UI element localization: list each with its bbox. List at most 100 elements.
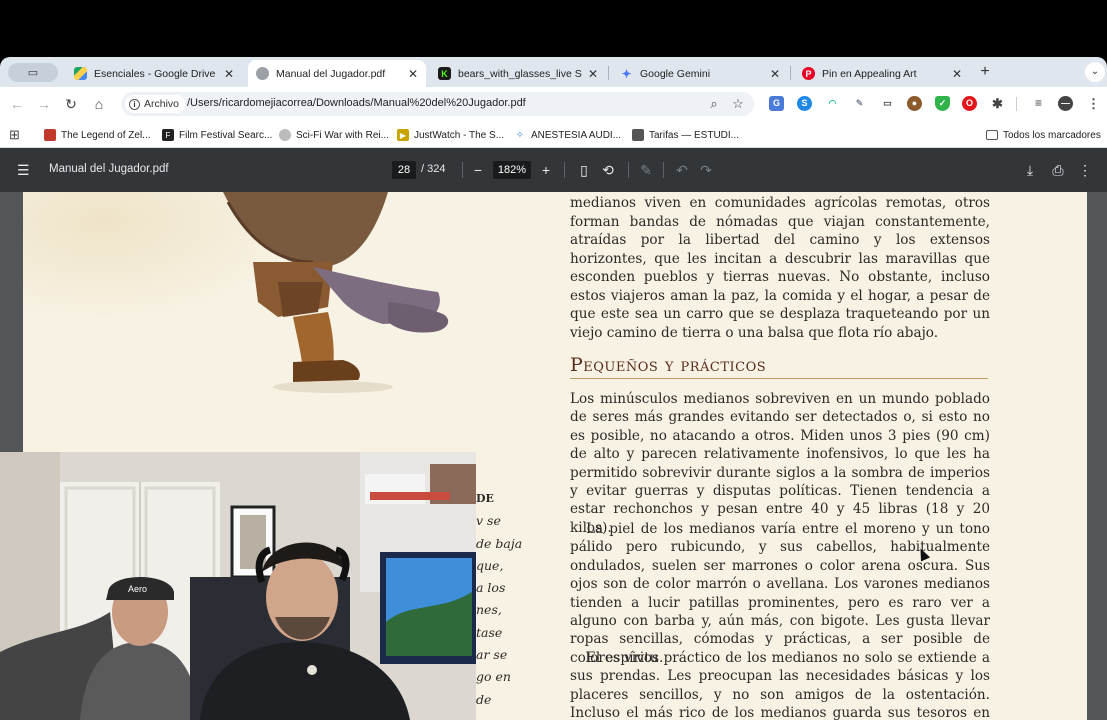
rotate-button[interactable]: ⟲ — [599, 161, 617, 179]
text-fragment: a los — [476, 580, 506, 596]
toolbar-divider — [564, 162, 565, 178]
tab-title: Esenciales - Google Drive — [94, 67, 216, 80]
text-fragment: v se — [476, 513, 501, 529]
notion-icon — [632, 129, 644, 141]
bookmark-item[interactable]: Sci-Fi War with Rei... — [279, 127, 389, 143]
address-bar[interactable]: i Archivo /Users/ricardomejiacorrea/Down… — [121, 92, 754, 116]
close-icon[interactable]: ✕ — [408, 67, 418, 81]
text-fragment: de — [476, 691, 492, 707]
justwatch-icon: ▶ — [397, 129, 409, 141]
bookmark-item[interactable]: The Legend of Zel... — [44, 127, 151, 143]
back-button[interactable]: ← — [8, 95, 26, 113]
zoom-icon[interactable]: ⌕ — [706, 96, 722, 112]
tab-google-drive[interactable]: Esenciales - Google Drive ✕ — [66, 60, 242, 87]
tab-google-gemini[interactable]: ✦ Google Gemini ✕ — [612, 60, 788, 87]
close-icon[interactable]: ✕ — [770, 67, 780, 81]
bookmark-label: Film Festival Searc... — [179, 129, 273, 141]
opera-extension-icon[interactable]: O — [962, 96, 977, 111]
zoom-out-button[interactable]: − — [469, 161, 487, 179]
more-menu-icon[interactable]: ⋮ — [1086, 96, 1101, 111]
fit-page-button[interactable]: ▯ — [575, 161, 593, 179]
bookmark-item[interactable]: ▶ JustWatch - The S... — [397, 127, 504, 143]
new-tab-button[interactable]: + — [976, 63, 994, 81]
paragraph: El espíritu práctico de los medianos no … — [570, 650, 990, 720]
left-column-fragments: DE v se de baja que, a los nes, tase ar … — [476, 488, 536, 711]
gemini-icon: ✦ — [621, 66, 632, 81]
text-fragment: de baja — [476, 535, 523, 551]
bookmark-item[interactable]: Tarifas — ESTUDI... — [632, 127, 739, 143]
paragraph: medianos viven en comunidades agrícolas … — [570, 195, 990, 341]
shazam-extension-icon[interactable]: S — [797, 96, 812, 111]
plus-icon: + — [541, 162, 551, 178]
tab-divider — [790, 66, 791, 80]
screen-top-area — [0, 0, 1107, 57]
rotate-icon: ⟲ — [602, 162, 614, 178]
zoom-in-button[interactable]: + — [537, 161, 555, 179]
toolbar-divider — [1016, 97, 1017, 111]
site-icon — [279, 129, 291, 141]
info-icon: i — [129, 98, 140, 110]
redo-button[interactable]: ↷ — [697, 161, 715, 179]
download-button[interactable]: ⤓ — [1021, 161, 1039, 179]
zelda-icon — [44, 129, 56, 141]
avatar[interactable]: — — [1058, 96, 1073, 111]
minus-icon: − — [473, 162, 483, 178]
webcam-overlay: Aero — [0, 452, 476, 720]
extension-icon[interactable]: ✎ — [852, 96, 867, 111]
cast-icon[interactable]: ▭ — [880, 96, 895, 111]
kick-icon: K — [438, 67, 451, 80]
page-number-input[interactable]: 28 — [392, 161, 416, 179]
pinterest-icon: P — [802, 67, 815, 80]
reload-button[interactable]: ↻ — [62, 95, 80, 113]
chevron-down-icon: ⌄ — [1090, 66, 1100, 77]
apps-icon[interactable]: ⊞ — [9, 127, 20, 143]
translate-extension-icon[interactable]: G — [769, 96, 784, 111]
pdf-title: Manual del Jugador.pdf — [49, 163, 169, 175]
paragraph: Los minúsculos medianos sobreviven en un… — [570, 391, 990, 536]
close-icon[interactable]: ✕ — [952, 67, 962, 81]
undo-button[interactable]: ↶ — [673, 161, 691, 179]
bookmarks-bar: ⊞ The Legend of Zel... F Film Festival S… — [0, 121, 1107, 148]
arrow-right-icon: → — [37, 96, 51, 112]
tab-manual-del-jugador[interactable]: Manual del Jugador.pdf ✕ — [248, 60, 426, 87]
close-icon[interactable]: ✕ — [588, 67, 598, 81]
fit-page-icon: ▯ — [580, 162, 588, 178]
cookie-extension-icon[interactable]: ● — [907, 96, 922, 111]
bookmark-item[interactable]: ✧ ANESTESIA AUDI... — [514, 127, 621, 143]
folder-icon — [986, 130, 998, 140]
tab-group-icon: ▭ — [27, 67, 39, 79]
toolbar-divider — [462, 162, 463, 178]
all-bookmarks-folder[interactable]: Todos los marcadores — [986, 127, 1101, 143]
text-fragment: ar se — [476, 647, 508, 663]
menu-icon[interactable]: ☰ — [17, 162, 33, 178]
forward-button[interactable]: → — [35, 95, 53, 113]
webcam-feed: Aero — [0, 452, 476, 720]
close-icon[interactable]: ✕ — [224, 67, 234, 81]
bookmark-star-icon[interactable]: ☆ — [730, 96, 746, 112]
browser-window-frame: ▭ Esenciales - Google Drive ✕ Manual del… — [0, 57, 1107, 148]
media-controls-icon[interactable]: ≡ — [1031, 96, 1046, 111]
url-text[interactable]: /Users/ricardomejiacorrea/Downloads/Manu… — [187, 97, 526, 109]
filmfreeway-icon: F — [162, 129, 174, 141]
site-info-chip[interactable]: i Archivo — [125, 95, 186, 113]
reload-icon: ↻ — [65, 96, 77, 112]
tab-list-button[interactable]: ⌄ — [1085, 62, 1105, 82]
bookmark-item[interactable]: F Film Festival Searc... — [162, 127, 272, 143]
tab-kick-stream[interactable]: K bears_with_glasses_live Stre ✕ — [430, 60, 606, 87]
arrow-left-icon: ← — [10, 96, 24, 112]
undo-icon: ↶ — [676, 162, 688, 178]
annotate-button[interactable]: ✎ — [637, 161, 655, 179]
pen-icon: ✎ — [640, 162, 652, 178]
zoom-input[interactable]: 182% — [493, 161, 531, 179]
shield-extension-icon[interactable]: ✓ — [935, 96, 950, 111]
print-button[interactable]: ⎙ — [1049, 161, 1067, 179]
toolbar-divider — [663, 162, 664, 178]
tab-divider — [608, 66, 609, 80]
more-menu-icon[interactable]: ⋮ — [1076, 161, 1094, 179]
puzzle-icon[interactable]: ✱ — [990, 96, 1005, 111]
tab-pinterest[interactable]: P Pin en Appealing Art ✕ — [794, 60, 970, 87]
extension-icon[interactable]: ◠ — [825, 96, 840, 111]
home-button[interactable]: ⌂ — [90, 95, 108, 113]
svg-text:Aero: Aero — [128, 584, 147, 594]
tab-search-button[interactable]: ▭ — [8, 63, 58, 82]
